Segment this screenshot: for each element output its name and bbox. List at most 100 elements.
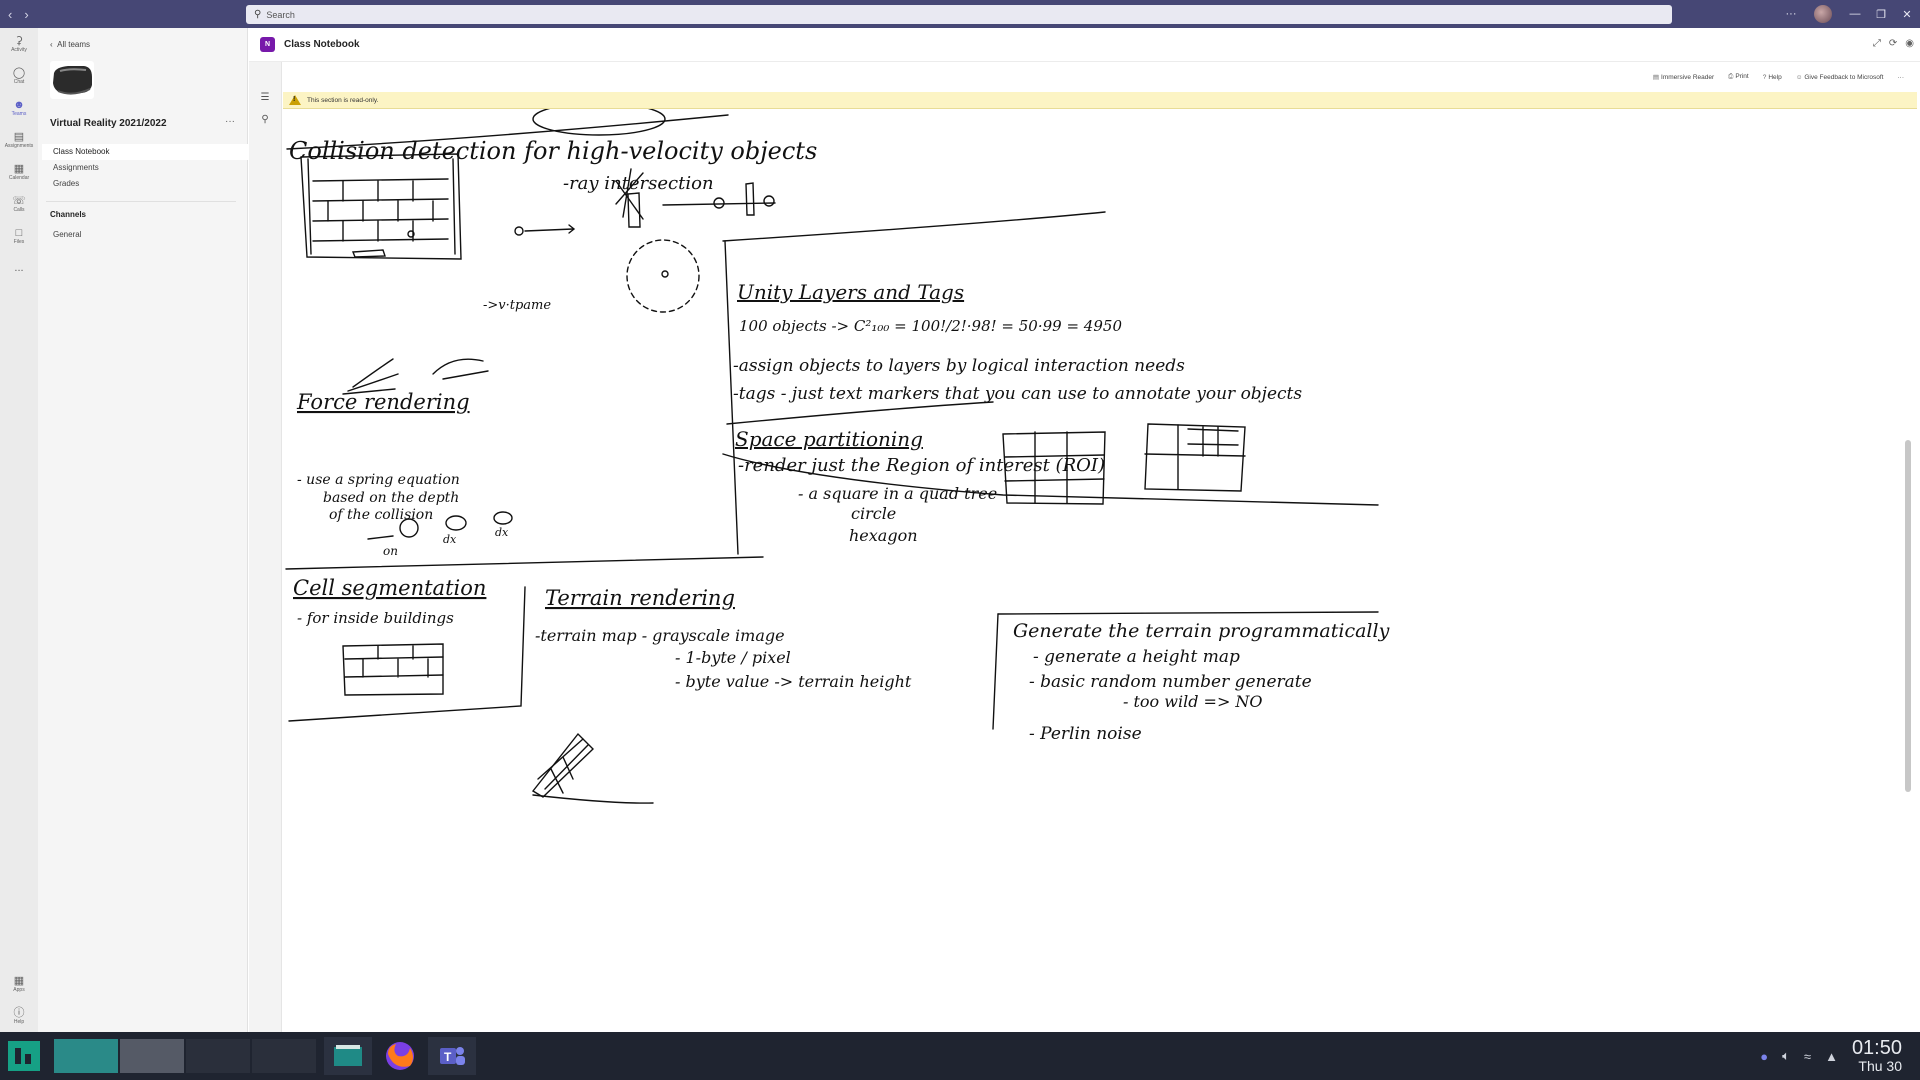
more-options-icon[interactable]: ··· [1778,8,1804,20]
calendar-icon: ▦ [13,162,25,175]
note-spring-3: of the collision [329,507,433,523]
rail-label: Files [13,238,25,245]
forward-arrow-icon[interactable]: › [24,7,28,22]
note-space-2: - a square in a quad tree [798,484,997,503]
expand-icon[interactable]: ⤢ [1873,38,1881,49]
all-teams-label: All teams [57,40,91,49]
note-on: on [383,544,398,558]
volume-icon[interactable]: 🔈︎ [1782,1048,1790,1064]
note-gen-4: - Perlin noise [1029,724,1142,744]
note-unity-2: -assign objects to layers by logical int… [733,356,1185,376]
immersive-reader-label: Immersive Reader [1661,74,1715,81]
rail-assignments[interactable]: ▤ Assignments [0,124,38,156]
print-label: Print [1735,73,1749,80]
file-manager-icon[interactable] [324,1037,372,1075]
channels-heading: Channels [50,210,87,219]
warning-icon [289,95,301,105]
team-sidebar: ‹ All teams Virtual Reality 2021/2022 ··… [38,28,248,1032]
folder-icon [334,1045,362,1066]
rail-files[interactable]: □ Files [0,220,38,252]
rail-label: Help [13,1018,25,1025]
smiley-icon: ☺ [1795,73,1803,81]
search-notebook-icon[interactable]: ⚲ [249,114,281,125]
notebook-page-canvas[interactable]: Collision detection for high-velocity ob… [283,109,1917,1032]
workspace-2[interactable] [120,1039,184,1073]
rail-calls[interactable]: ☏ Calls [0,188,38,220]
search-input[interactable]: ⚲ Search [246,5,1672,24]
rail-teams[interactable]: ☻ Teams [0,92,38,124]
note-terrain-heading: Terrain rendering [545,586,735,610]
avatar[interactable] [1814,5,1832,23]
note-terrain-3: - byte value -> terrain height [675,672,912,691]
search-icon: ⚲ [254,9,262,20]
note-dx-2: dx [495,526,509,539]
svg-text:T: T [444,1050,452,1064]
note-space-1: -render just the Region of interest (ROI… [738,455,1105,476]
note-spring-2: based on the depth [323,490,459,506]
note-gen-3: - too wild => NO [1123,692,1263,711]
globe-icon[interactable]: ◉ [1905,38,1914,49]
note-space-heading: Space partitioning [735,427,923,451]
rail-label: Assignments [4,142,34,149]
apps-icon: ▦ [13,974,25,987]
note-collision-heading: Collision detection for high-velocity ob… [289,137,817,165]
rail-chat[interactable]: ◯ Chat [0,60,38,92]
team-picture [50,61,94,99]
chat-icon: ◯ [12,66,26,79]
teams-tray-icon[interactable]: ● [1760,1049,1768,1064]
workspace-4[interactable] [252,1039,316,1073]
note-cell-1: - for inside buildings [297,609,454,627]
app-rail: ⚳ Activity ◯ Chat ☻ Teams ▤ Assignments ▦ Cal… [0,28,38,1032]
tray-expand-icon[interactable]: ▲ [1825,1049,1838,1064]
rail-activity[interactable]: ⚳ Activity [0,28,38,60]
nav-assignments[interactable]: Assignments [42,160,248,176]
immersive-reader-button[interactable]: ▤ Immersive Reader [1653,73,1714,81]
nav-grades[interactable]: Grades [42,176,248,192]
team-more-options[interactable]: ··· [225,116,235,127]
workspace-1[interactable] [54,1039,118,1073]
divider [46,201,236,202]
workspace-3[interactable] [186,1039,250,1073]
note-space-3: circle [851,504,896,523]
firefox-icon[interactable] [376,1037,424,1075]
start-menu-icon[interactable] [8,1041,40,1071]
help-button[interactable]: ? Help [1763,74,1782,81]
back-arrow-icon[interactable]: ‹ [8,7,12,22]
all-teams-link[interactable]: ‹ All teams [50,40,90,49]
feedback-label: Give Feedback to Microsoft [1804,73,1884,81]
search-placeholder: Search [266,9,295,20]
rail-more[interactable]: ... [0,252,38,284]
rail-label: Calendar [8,174,30,181]
channel-general[interactable]: General [53,230,81,239]
clock[interactable]: 01:50 Thu 30 [1852,1037,1902,1074]
phone-icon: ☏ [12,194,26,207]
note-force-heading: Force rendering [296,390,470,414]
rail-calendar[interactable]: ▦ Calendar [0,156,38,188]
page-scrollbar[interactable] [1905,440,1911,792]
main-header: N Class Notebook ⤢ ⟳ ◉ [249,28,1920,62]
note-unity-heading: Unity Layers and Tags [737,280,964,304]
rail-label: Activity [11,46,27,53]
notebooks-icon[interactable]: ☰ [249,92,281,103]
rail-help[interactable]: ⓘ Help [0,1000,38,1032]
rail-apps[interactable]: ▦ Apps [0,968,38,1000]
refresh-icon[interactable]: ⟳ [1889,38,1897,49]
onenote-icon: N [260,37,275,52]
ribbon-more-button[interactable]: ··· [1898,74,1905,81]
feedback-button[interactable]: ☺ Give Feedback to Microsoft [1796,74,1884,81]
minimize-icon[interactable]: — [1842,8,1868,20]
note-generate-heading: Generate the terrain programmatically [1013,620,1390,642]
note-spring-1: - use a spring equation [297,472,460,488]
clock-date: Thu 30 [1858,1058,1902,1075]
teams-taskbar-icon[interactable]: T [428,1037,476,1075]
note-vtime: ->v·tpame [483,298,551,313]
nav-class-notebook[interactable]: Class Notebook [42,144,248,160]
note-gen-2: - basic random number generate [1029,672,1312,692]
team-nav: Class Notebook Assignments Grades [42,144,248,192]
restore-icon[interactable]: ❐ [1868,8,1894,21]
more-icon: ... [14,261,24,274]
print-button[interactable]: ⎙ Print [1728,73,1749,81]
note-cell-heading: Cell segmentation [293,576,486,600]
wifi-icon[interactable]: ≈ [1804,1049,1811,1064]
close-icon[interactable]: ✕ [1894,8,1920,21]
